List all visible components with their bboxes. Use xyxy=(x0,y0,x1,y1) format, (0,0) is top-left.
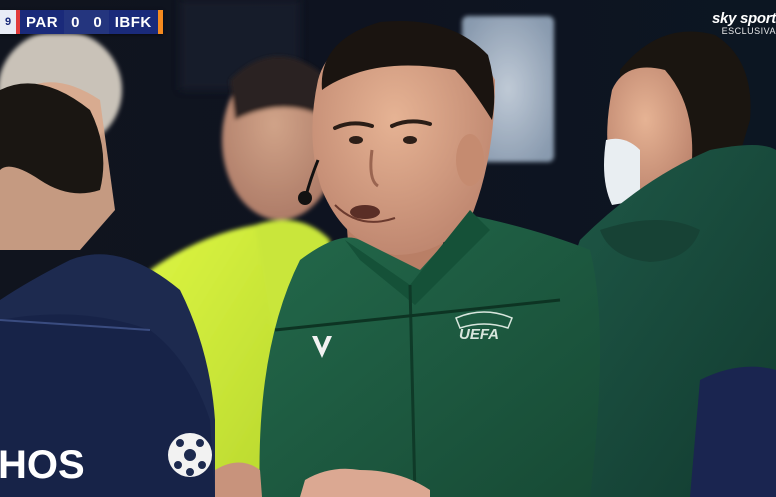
away-team-name: IBFK xyxy=(114,13,152,31)
video-frame: HOS UEFA 9 PAR 0 0 IBFK sky sport ESCLUS… xyxy=(0,0,776,497)
headset-microphone xyxy=(298,191,312,205)
match-clock: 9 xyxy=(0,10,16,34)
broadcaster-subtitle: ESCLUSIVA xyxy=(721,26,776,36)
broadcaster-name: sky sport xyxy=(712,10,776,27)
match-scene: HOS UEFA xyxy=(0,0,776,497)
away-team-color xyxy=(157,10,163,34)
score-panel: 0 0 xyxy=(64,10,109,34)
shirt-lettering: HOS xyxy=(0,443,85,487)
broadcaster-logo: sky sport ESCLUSIVA xyxy=(712,10,776,36)
away-score: 0 xyxy=(93,13,102,31)
scorebug: 9 PAR 0 0 IBFK xyxy=(0,10,163,34)
home-score: 0 xyxy=(71,13,80,31)
uefa-badge-text: UEFA xyxy=(459,326,499,343)
home-team-name: PAR xyxy=(26,13,59,31)
